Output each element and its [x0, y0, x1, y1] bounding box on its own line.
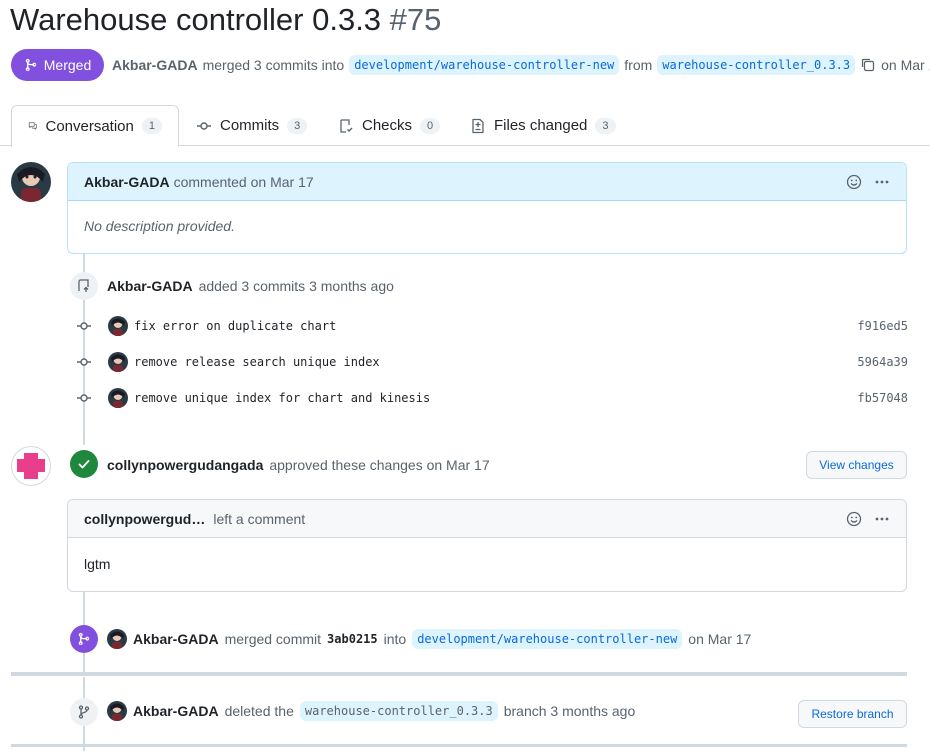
commits-event: Akbar-GADA added 3 commits 3 months ago [107, 276, 394, 296]
pr-title: Warehouse controller 0.3.3 #75 [10, 2, 441, 38]
merge-icon [25, 58, 36, 72]
check-icon [70, 450, 98, 478]
commit-sha[interactable]: f916ed5 [857, 319, 908, 333]
repo-push-icon [70, 272, 98, 300]
commit-message[interactable]: remove unique index for chart and kinesi… [134, 391, 430, 405]
tab-checks-label: Checks [362, 117, 413, 134]
pr-number: #75 [389, 2, 442, 37]
review-comment-body: lgtm [84, 556, 111, 572]
commit-sha[interactable]: fb57048 [857, 391, 908, 405]
merge-event-text1: merged commit [224, 631, 322, 647]
git-branch-icon [70, 698, 98, 726]
comment-header: Akbar-GADA commented on Mar 17 [68, 163, 906, 201]
kebab-horizontal-icon[interactable] [874, 511, 890, 527]
smiley-icon[interactable] [846, 511, 862, 527]
avatar[interactable] [107, 629, 127, 649]
pr-tabs: Conversation 1 Commits 3 Checks 0 Files … [0, 105, 930, 147]
commits-event-text: added 3 commits 3 months ago [198, 278, 394, 294]
merge-event-branch[interactable]: development/warehouse-controller-new [412, 629, 683, 649]
commit-row: fix error on duplicate chart f916ed5 [76, 313, 908, 339]
avatar-akbar-gada[interactable] [11, 162, 51, 202]
merge-event-icon [70, 625, 98, 653]
git-commit-icon [77, 358, 91, 366]
merge-commit-sha[interactable]: 3ab0215 [327, 632, 378, 646]
delete-event-author[interactable]: Akbar-GADA [133, 703, 219, 719]
commit-message[interactable]: fix error on duplicate chart [134, 319, 336, 333]
checklist-icon [340, 118, 353, 133]
review-comment: collynpowergud… left a comment lgtm [67, 499, 907, 592]
deleted-branch: warehouse-controller_0.3.3 [299, 701, 498, 721]
git-commit-icon [77, 322, 91, 330]
delete-event-text2: branch 3 months ago [503, 703, 636, 719]
pr-title-text: Warehouse controller 0.3.3 [10, 2, 382, 37]
git-commit-icon [197, 121, 211, 130]
tab-conversation-count: 1 [141, 118, 162, 134]
delete-event-text1: deleted the [224, 703, 294, 719]
review-text: approved these changes on Mar 17 [269, 457, 490, 473]
comment-body: No description provided. [84, 218, 235, 234]
tab-checks[interactable]: Checks 0 [322, 105, 456, 146]
tab-commits[interactable]: Commits 3 [180, 105, 323, 146]
review-comment-action: left a comment [213, 510, 306, 527]
avatar[interactable] [108, 316, 128, 336]
head-branch[interactable]: warehouse-controller_0.3.3 [657, 55, 856, 75]
review-comment-header: collynpowergud… left a comment [68, 500, 906, 538]
comment-author[interactable]: Akbar-GADA [84, 174, 170, 190]
first-comment: Akbar-GADA commented on Mar 17 No descri… [67, 162, 907, 254]
commits-event-author[interactable]: Akbar-GADA [107, 278, 193, 294]
delete-branch-event: Akbar-GADA deleted the warehouse-control… [107, 700, 635, 722]
commit-row: remove unique index for chart and kinesi… [76, 385, 908, 411]
kebab-horizontal-icon[interactable] [874, 174, 890, 190]
avatar[interactable] [107, 701, 127, 721]
merge-event-author[interactable]: Akbar-GADA [133, 631, 219, 647]
tab-conversation[interactable]: Conversation 1 [11, 105, 179, 147]
timeline-divider [11, 744, 907, 747]
merge-date: on Mar 17 [881, 57, 930, 73]
tab-conversation-label: Conversation [45, 117, 134, 135]
review-event: collynpowergudangada approved these chan… [107, 455, 490, 475]
comment-action: commented on Mar 17 [173, 173, 314, 190]
tab-files-changed[interactable]: Files changed 3 [454, 105, 632, 146]
commit-row: remove release search unique index 5964a… [76, 349, 908, 375]
git-commit-icon [77, 394, 91, 402]
tab-commits-label: Commits [220, 117, 280, 134]
merged-state-badge: Merged [11, 49, 104, 81]
tab-checks-count: 0 [420, 117, 441, 134]
merge-event: Akbar-GADA merged commit 3ab0215 into de… [107, 628, 751, 650]
merged-text: merged 3 commits into [202, 57, 345, 73]
restore-branch-button[interactable]: Restore branch [798, 700, 907, 728]
reviewer-name[interactable]: collynpowergudangada [107, 457, 263, 473]
commit-sha[interactable]: 5964a39 [857, 355, 908, 369]
review-comment-author[interactable]: collynpowergud… [84, 511, 205, 527]
pr-meta: Akbar-GADA merged 3 commits into develop… [112, 54, 930, 76]
comment-discussion-icon [28, 122, 37, 130]
tab-files-changed-label: Files changed [494, 117, 588, 134]
base-branch[interactable]: development/warehouse-controller-new [349, 55, 620, 75]
smiley-icon[interactable] [846, 174, 862, 190]
tab-commits-count: 3 [287, 117, 308, 134]
merge-event-date: on Mar 17 [688, 631, 752, 647]
merge-event-text2: into [383, 631, 407, 647]
avatar[interactable] [108, 352, 128, 372]
avatar-collynpowergudangada[interactable] [11, 446, 51, 486]
avatar[interactable] [108, 388, 128, 408]
merged-state-label: Merged [43, 57, 92, 73]
pr-author-link[interactable]: Akbar-GADA [112, 57, 198, 73]
from-text: from [624, 57, 653, 73]
copy-icon[interactable] [860, 57, 876, 73]
tab-files-changed-count: 3 [595, 117, 616, 134]
commit-message[interactable]: remove release search unique index [134, 355, 380, 369]
view-changes-button[interactable]: View changes [806, 451, 907, 479]
timeline-divider [11, 672, 907, 676]
comment-actions [846, 174, 890, 190]
file-diff-icon [472, 118, 484, 133]
comment-actions [846, 511, 890, 527]
